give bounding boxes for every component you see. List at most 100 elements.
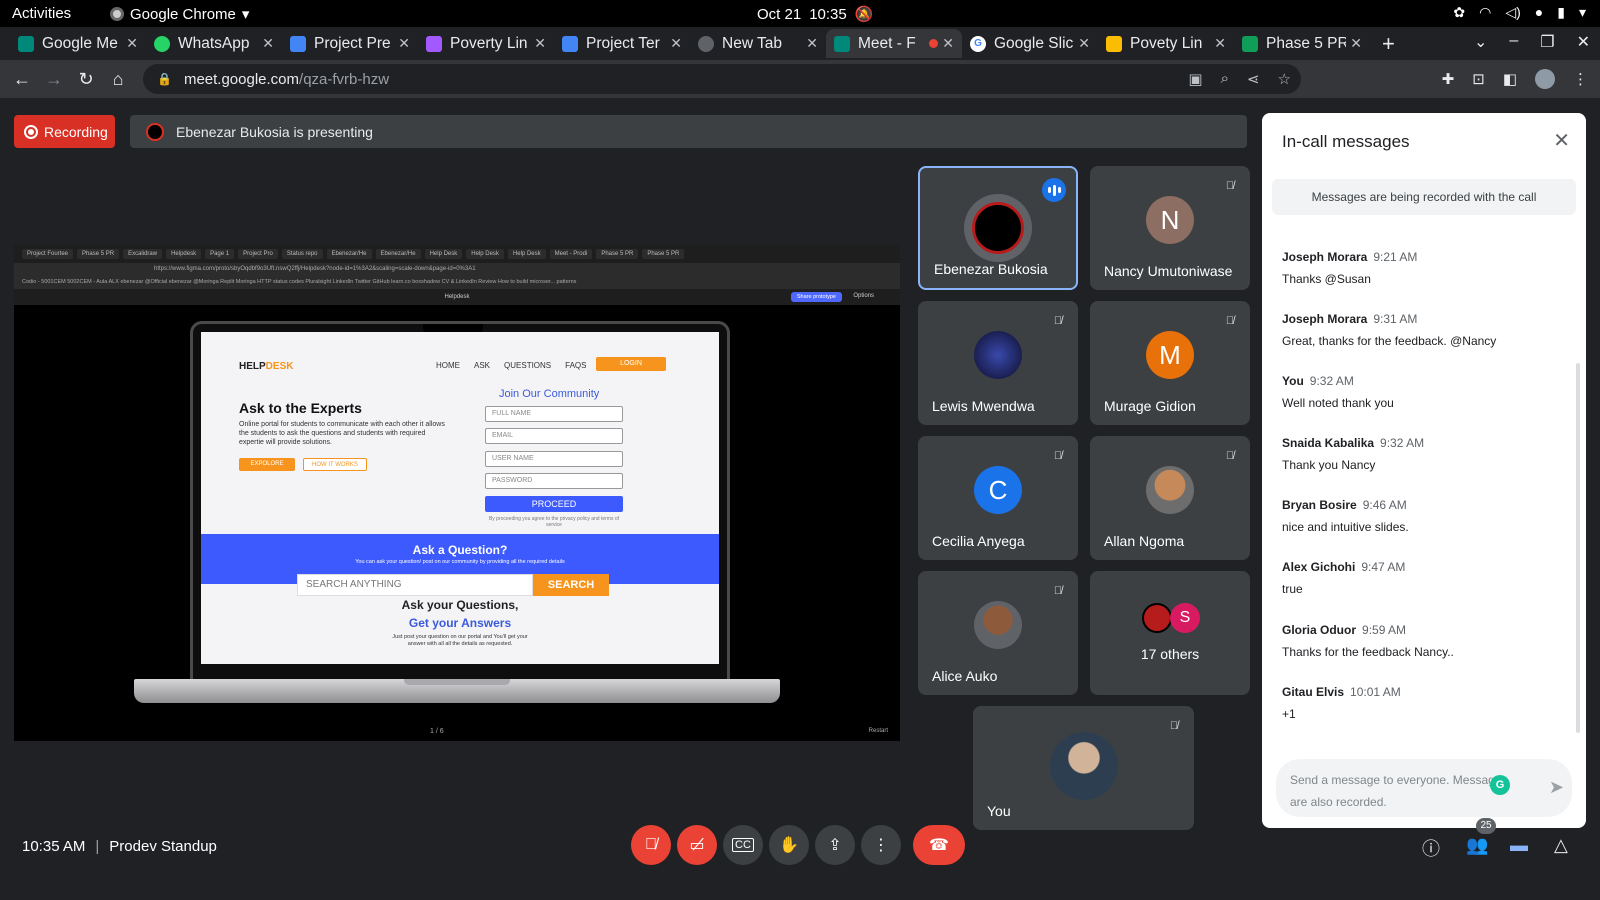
shared-tab: Helpdesk: [166, 249, 202, 259]
leave-call-button[interactable]: ☎: [913, 825, 965, 865]
reload-icon[interactable]: ↻: [70, 69, 102, 90]
forward-icon[interactable]: →: [38, 69, 70, 90]
close-icon[interactable]: ✕: [1214, 35, 1226, 52]
profile-avatar[interactable]: [1535, 69, 1555, 89]
message-text: Great, thanks for the feedback. @Nancy: [1282, 334, 1497, 348]
camera-icon[interactable]: ▣: [1188, 70, 1202, 88]
shared-tab: Project Pro: [238, 249, 278, 259]
address-bar[interactable]: 🔒 meet.google.com/qza-fvrb-hzw ▣ ⌕ ⋖ ☆: [143, 64, 1301, 94]
message-sender: Gloria Oduor: [1282, 623, 1357, 637]
system-tray[interactable]: ✿ ◠ ◁) ● ▮ ▾: [1453, 4, 1586, 21]
tab-google-slides[interactable]: G Google Slic ✕: [962, 29, 1098, 58]
close-icon[interactable]: ✕: [398, 35, 410, 52]
shared-tab: Page 1: [205, 249, 235, 259]
activities-button[interactable]: Activities: [12, 5, 71, 22]
restore-icon[interactable]: ❐: [1540, 32, 1554, 52]
username-field: USER NAME: [485, 451, 623, 467]
chat-icon[interactable]: ▬: [1510, 835, 1528, 856]
home-icon[interactable]: ⌂: [102, 69, 134, 90]
more-options-button[interactable]: ⋮: [861, 825, 901, 865]
raise-hand-button[interactable]: ✋: [769, 825, 809, 865]
mic-icon: ●: [1534, 4, 1544, 20]
presenting-text: Ebenezar Bukosia is presenting: [176, 123, 373, 140]
tile-allan[interactable]: 🎙̸ Allan Ngoma: [1090, 436, 1250, 560]
close-icon[interactable]: ✕: [534, 35, 546, 52]
close-icon[interactable]: ✕: [262, 35, 274, 52]
chevron-down-icon: ▾: [241, 6, 250, 23]
figma-icon: [426, 35, 442, 52]
message-input[interactable]: Send a message to everyone. Messages are…: [1276, 759, 1572, 817]
shared-screen[interactable]: Project Fourtee Phase 5 PR Excalidraw Helpd…: [14, 245, 900, 741]
helpdesk-page: HELPDESK HOME ASK QUESTIONS FAQS LOGIN A…: [201, 332, 719, 664]
tab-phase5[interactable]: Phase 5 PR ✕: [1234, 29, 1370, 58]
captions-button[interactable]: CC: [723, 825, 763, 865]
tab-povety-lin[interactable]: Povety Lin ✕: [1098, 29, 1234, 58]
zoom-icon[interactable]: ⌕: [1221, 70, 1229, 88]
mic-off-icon: 🎙̸: [1053, 450, 1063, 462]
helpdesk-logo: HELPDESK: [239, 361, 293, 372]
cast-icon[interactable]: ⊡: [1472, 70, 1485, 88]
login-button: LOGIN: [596, 357, 666, 371]
nav-home: HOME: [436, 361, 460, 370]
mic-toggle-button[interactable]: 🎙̸: [631, 825, 671, 865]
tab-search-icon[interactable]: ⌄: [1474, 32, 1487, 52]
close-icon[interactable]: ✕: [1078, 35, 1090, 52]
new-tab-icon[interactable]: +: [1382, 31, 1395, 57]
tab-poverty-lin[interactable]: Poverty Lin ✕: [418, 29, 554, 58]
close-icon[interactable]: ✕: [126, 35, 138, 52]
share-icon[interactable]: ⋖: [1247, 70, 1260, 88]
tile-lewis[interactable]: 🎙̸ Lewis Mwendwa: [918, 301, 1078, 425]
present-button[interactable]: ⇪: [815, 825, 855, 865]
tile-murage[interactable]: 🎙̸ M Murage Gidion: [1090, 301, 1250, 425]
close-icon[interactable]: ✕: [942, 35, 954, 52]
grammarly-icon[interactable]: G: [1490, 775, 1510, 795]
extensions-puzzle-icon[interactable]: ✚: [1442, 70, 1455, 88]
lock-icon[interactable]: 🔒: [157, 72, 172, 86]
minimize-icon[interactable]: –: [1509, 32, 1518, 52]
scrollbar[interactable]: [1576, 363, 1580, 733]
message-text: nice and intuitive slides.: [1282, 520, 1409, 534]
clock[interactable]: Oct 21 10:35 🔕: [757, 5, 873, 24]
close-icon[interactable]: ✕: [806, 35, 818, 52]
laptop-groove: [404, 679, 510, 685]
people-icon[interactable]: 👥: [1466, 835, 1488, 856]
camera-toggle-button[interactable]: ▭̸: [677, 825, 717, 865]
close-icon[interactable]: ✕: [670, 35, 682, 52]
sheets-icon: [1242, 35, 1258, 52]
figma-bar: Helpdesk Share prototype Options: [14, 289, 900, 305]
close-icon[interactable]: ✕: [1553, 128, 1570, 153]
message-sender: Joseph Morara: [1282, 312, 1368, 326]
tab-label: Project Ter: [586, 34, 660, 52]
tile-others[interactable]: S 17 others: [1090, 571, 1250, 695]
tile-you[interactable]: 🎙̸ You: [973, 706, 1194, 830]
send-icon[interactable]: ➤: [1549, 777, 1564, 798]
kebab-menu-icon[interactable]: ⋮: [1573, 70, 1588, 88]
tab-new-tab[interactable]: New Tab ✕: [690, 29, 826, 58]
tile-nancy[interactable]: 🎙̸ N Nancy Umutoniwase: [1090, 166, 1250, 290]
tab-project-ter[interactable]: Project Ter ✕: [554, 29, 690, 58]
presenting-banner: Ebenezar Bukosia is presenting: [130, 115, 1247, 148]
recording-badge[interactable]: Recording: [14, 115, 115, 148]
meeting-details-icon[interactable]: ⓘ: [1422, 835, 1440, 861]
activities-icon[interactable]: △: [1554, 835, 1568, 856]
tab-project-pre[interactable]: Project Pre ✕: [282, 29, 418, 58]
tile-ebenezar[interactable]: Ebenezar Bukosia: [918, 166, 1078, 290]
tile-alice[interactable]: 🎙̸ Alice Auko: [918, 571, 1078, 695]
tab-google-meet[interactable]: Google Me ✕: [10, 29, 146, 58]
shared-browser-tabs: Project Fourtee Phase 5 PR Excalidraw Helpd…: [14, 245, 900, 263]
participant-name: You: [987, 803, 1011, 819]
helpdesk-search-button: SEARCH: [533, 574, 609, 596]
app-menu[interactable]: Google Chrome ▾: [110, 5, 249, 23]
shared-tab: Help Desk: [424, 249, 463, 259]
back-icon[interactable]: ←: [6, 69, 38, 90]
tile-cecilia[interactable]: 🎙̸ C Cecilia Anyega: [918, 436, 1078, 560]
participant-name: Nancy Umutoniwase: [1104, 263, 1233, 279]
side-panel-icon[interactable]: ◧: [1503, 70, 1517, 88]
bookmark-star-icon[interactable]: ☆: [1278, 70, 1291, 88]
tab-whatsapp[interactable]: WhatsApp ✕: [146, 29, 282, 58]
message-time: 9:21 AM: [1373, 250, 1418, 264]
close-icon[interactable]: ✕: [1350, 35, 1362, 52]
tab-meet-active[interactable]: Meet - F ✕: [826, 29, 962, 58]
shared-tab: Phase 5 PR: [596, 249, 639, 259]
close-window-icon[interactable]: ✕: [1577, 32, 1590, 52]
